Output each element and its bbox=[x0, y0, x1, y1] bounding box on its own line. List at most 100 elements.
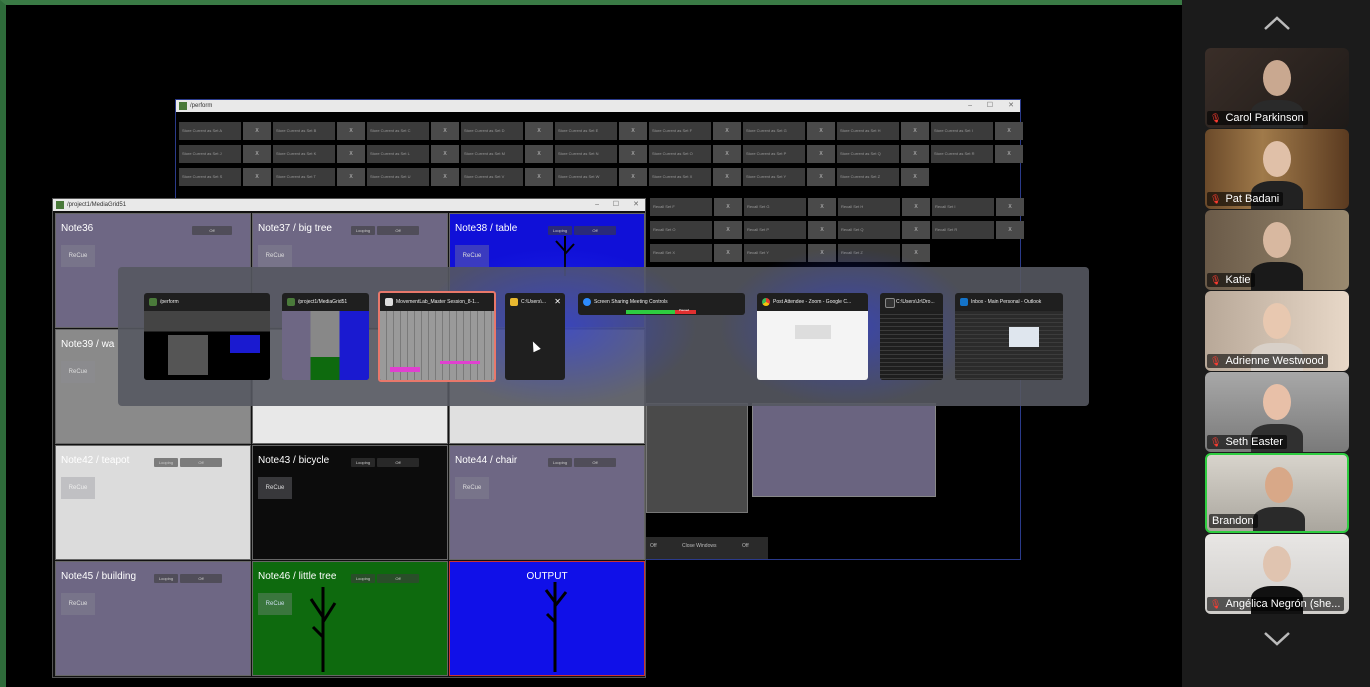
participant-video-tile[interactable]: 🎙 Angélica Negrón (she... bbox=[1205, 534, 1349, 614]
switcher-item-perform[interactable]: /perform bbox=[144, 293, 270, 380]
clear-set-button[interactable]: X bbox=[901, 122, 929, 140]
recue-button[interactable]: ReCue bbox=[258, 245, 292, 267]
clear-set-button[interactable]: X bbox=[714, 221, 742, 239]
store-set-button[interactable]: Store Current as Set Y bbox=[743, 168, 805, 186]
clear-set-button[interactable]: X bbox=[713, 145, 741, 163]
store-set-button[interactable]: Store Current as Set I bbox=[931, 122, 993, 140]
clear-set-button[interactable]: X bbox=[243, 145, 271, 163]
recue-button[interactable]: ReCue bbox=[258, 593, 292, 615]
looping-toggle[interactable]: Looping bbox=[154, 458, 178, 467]
recue-button[interactable]: ReCue bbox=[61, 361, 95, 383]
clear-set-button[interactable]: X bbox=[337, 145, 365, 163]
perform-window-titlebar[interactable]: /perform – ☐ ✕ bbox=[176, 100, 1020, 112]
participant-video-tile[interactable]: 🎙 Seth Easter bbox=[1205, 372, 1349, 452]
store-set-button[interactable]: Store Current as Set A bbox=[179, 122, 241, 140]
clear-set-button[interactable]: X bbox=[714, 198, 742, 216]
clear-set-button[interactable]: X bbox=[337, 168, 365, 186]
off-toggle[interactable]: Off bbox=[180, 458, 222, 467]
clear-set-button[interactable]: X bbox=[243, 168, 271, 186]
clear-set-button[interactable]: X bbox=[431, 145, 459, 163]
media-tile-note42[interactable]: Note42 / teapot Looping Off ReCue bbox=[55, 445, 251, 560]
clear-set-button[interactable]: X bbox=[713, 122, 741, 140]
clear-set-button[interactable]: X bbox=[995, 145, 1023, 163]
clear-set-button[interactable]: X bbox=[808, 198, 836, 216]
store-set-button[interactable]: Store Current as Set F bbox=[649, 122, 711, 140]
recue-button[interactable]: ReCue bbox=[258, 477, 292, 499]
clear-set-button[interactable]: X bbox=[243, 122, 271, 140]
recall-set-button[interactable]: Recall Set G bbox=[744, 198, 806, 216]
store-set-button[interactable]: Store Current as Set B bbox=[273, 122, 335, 140]
scroll-up-button[interactable] bbox=[1262, 14, 1292, 32]
clear-set-button[interactable]: X bbox=[995, 122, 1023, 140]
recall-set-button[interactable]: Recall Set Q bbox=[838, 221, 900, 239]
close-icon[interactable]: ✕ bbox=[554, 297, 561, 306]
close-icon[interactable]: ✕ bbox=[1008, 100, 1014, 112]
looping-toggle[interactable]: Looping bbox=[548, 226, 572, 235]
recue-button[interactable]: ReCue bbox=[61, 477, 95, 499]
recue-button[interactable]: ReCue bbox=[61, 245, 95, 267]
switcher-item-explorer[interactable]: C:\Users\... ✕ bbox=[505, 293, 565, 380]
participant-video-tile[interactable]: 🎙 Katie bbox=[1205, 210, 1349, 290]
store-set-button[interactable]: Store Current as Set M bbox=[461, 145, 523, 163]
switcher-item-outlook[interactable]: Inbox - Main Personal - Outlook bbox=[955, 293, 1063, 380]
recue-button[interactable]: ReCue bbox=[61, 593, 95, 615]
maximize-icon[interactable]: ☐ bbox=[613, 199, 619, 211]
clear-set-button[interactable]: X bbox=[619, 122, 647, 140]
looping-toggle[interactable]: Looping bbox=[351, 574, 375, 583]
clear-set-button[interactable]: X bbox=[902, 198, 930, 216]
looping-toggle[interactable]: Looping bbox=[351, 226, 375, 235]
store-set-button[interactable]: Store Current as Set L bbox=[367, 145, 429, 163]
switcher-item-chrome[interactable]: Post Attendee - Zoom - Google C... bbox=[757, 293, 868, 380]
clear-set-button[interactable]: X bbox=[901, 145, 929, 163]
recall-set-button[interactable]: Recall Set F bbox=[650, 198, 712, 216]
clear-set-button[interactable]: X bbox=[996, 198, 1024, 216]
store-set-button[interactable]: Store Current as Set J bbox=[179, 145, 241, 163]
off-button-right[interactable]: Off bbox=[742, 543, 749, 549]
off-toggle[interactable]: Off bbox=[377, 226, 419, 235]
clear-set-button[interactable]: X bbox=[431, 122, 459, 140]
recall-set-button[interactable]: Recall Set P bbox=[744, 221, 806, 239]
clear-set-button[interactable]: X bbox=[525, 145, 553, 163]
media-tile-note46[interactable]: Note46 / little tree Looping Off ReCue bbox=[252, 561, 448, 676]
media-tile-note43[interactable]: Note43 / bicycle Looping Off ReCue bbox=[252, 445, 448, 560]
participant-video-tile[interactable]: Brandon bbox=[1205, 453, 1349, 533]
store-set-button[interactable]: Store Current as Set C bbox=[367, 122, 429, 140]
clear-set-button[interactable]: X bbox=[431, 168, 459, 186]
participant-video-tile[interactable]: 🎙 Carol Parkinson bbox=[1205, 48, 1349, 128]
clear-set-button[interactable]: X bbox=[713, 168, 741, 186]
switcher-item-movementlab[interactable]: MovementLab_Master Session_8-1... bbox=[378, 291, 496, 382]
switcher-item-terminal[interactable]: C:\Users\Jr\Dro... bbox=[880, 293, 943, 380]
minimize-icon[interactable]: – bbox=[968, 100, 972, 112]
recall-set-button[interactable]: Recall Set H bbox=[838, 198, 900, 216]
store-set-button[interactable]: Store Current as Set V bbox=[461, 168, 523, 186]
participant-video-tile[interactable]: 🎙 Adrienne Westwood bbox=[1205, 291, 1349, 371]
looping-toggle[interactable]: Looping bbox=[154, 574, 178, 583]
close-icon[interactable]: ✕ bbox=[633, 199, 639, 211]
media-tile-note45[interactable]: Note45 / building Looping Off ReCue bbox=[55, 561, 251, 676]
off-toggle[interactable]: Off bbox=[377, 574, 419, 583]
clear-set-button[interactable]: X bbox=[807, 168, 835, 186]
store-set-button[interactable]: Store Current as Set H bbox=[837, 122, 899, 140]
clear-set-button[interactable]: X bbox=[807, 145, 835, 163]
participant-video-tile[interactable]: 🎙 Pat Badani bbox=[1205, 129, 1349, 209]
looping-toggle[interactable]: Looping bbox=[548, 458, 572, 467]
switcher-item-meeting-controls[interactable]: Screen Sharing Meeting Controls Paused bbox=[578, 293, 745, 315]
media-tile-output[interactable]: OUTPUT bbox=[449, 561, 645, 676]
store-set-button[interactable]: Store Current as Set O bbox=[649, 145, 711, 163]
clear-set-button[interactable]: X bbox=[619, 145, 647, 163]
off-toggle[interactable]: Off bbox=[574, 226, 616, 235]
store-set-button[interactable]: Store Current as Set P bbox=[743, 145, 805, 163]
store-set-button[interactable]: Store Current as Set X bbox=[649, 168, 711, 186]
clear-set-button[interactable]: X bbox=[337, 122, 365, 140]
off-toggle[interactable]: Off bbox=[377, 458, 419, 467]
store-set-button[interactable]: Store Current as Set E bbox=[555, 122, 617, 140]
clear-set-button[interactable]: X bbox=[525, 168, 553, 186]
clear-set-button[interactable]: X bbox=[901, 168, 929, 186]
store-set-button[interactable]: Store Current as Set S bbox=[179, 168, 241, 186]
store-set-button[interactable]: Store Current as Set U bbox=[367, 168, 429, 186]
switcher-item-mediagrid[interactable]: /project1/MediaGrid51 bbox=[282, 293, 369, 380]
clear-set-button[interactable]: X bbox=[619, 168, 647, 186]
media-tile-note44[interactable]: Note44 / chair Looping Off ReCue bbox=[449, 445, 645, 560]
maximize-icon[interactable]: ☐ bbox=[987, 100, 993, 112]
store-set-button[interactable]: Store Current as Set R bbox=[931, 145, 993, 163]
